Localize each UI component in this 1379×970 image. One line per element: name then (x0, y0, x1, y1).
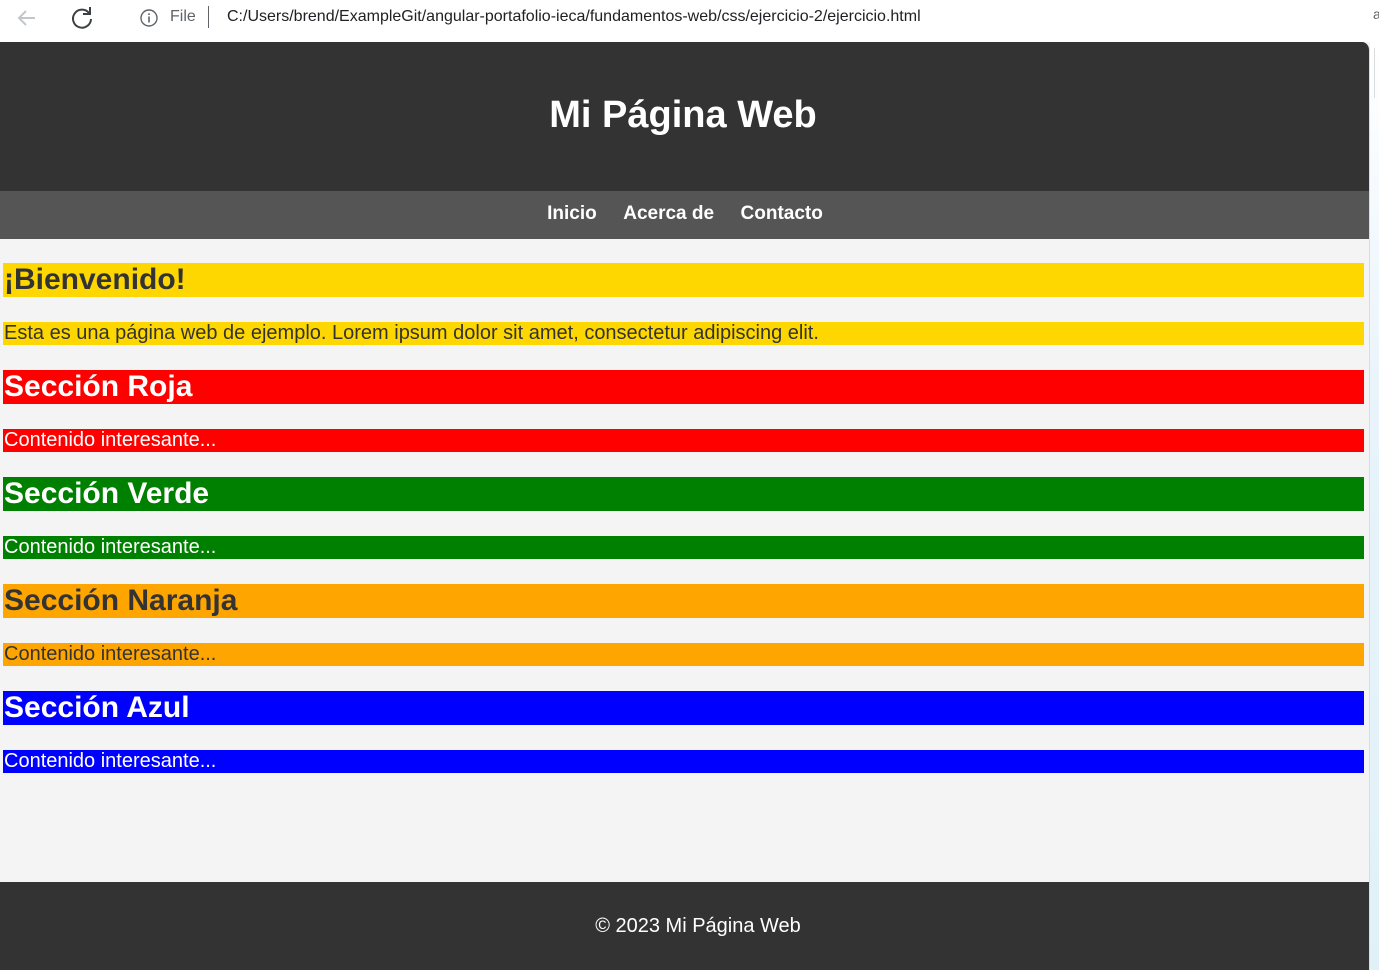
section-text: Contenido interesante... (3, 643, 1364, 666)
reload-icon[interactable] (68, 5, 96, 31)
side-panel-edge (1370, 42, 1379, 970)
section-roja: Sección Roja Contenido interesante... (3, 370, 1364, 452)
section-text: Contenido interesante... (3, 536, 1364, 559)
address-separator (208, 6, 209, 28)
section-text: Contenido interesante... (3, 429, 1364, 452)
toolbar-edge-label: a (1373, 6, 1379, 22)
section-verde: Sección Verde Contenido interesante... (3, 477, 1364, 559)
side-panel-divider (1374, 48, 1375, 98)
main-content: ¡Bienvenido! Esta es una página web de e… (3, 263, 1364, 798)
nav-link-inicio[interactable]: Inicio (547, 191, 597, 237)
section-heading: Sección Naranja (3, 584, 1364, 618)
section-heading: Sección Azul (3, 691, 1364, 725)
back-arrow-icon[interactable] (13, 6, 41, 30)
section-text: Esta es una página web de ejemplo. Lorem… (3, 322, 1364, 345)
section-bienvenido: ¡Bienvenido! Esta es una página web de e… (3, 263, 1364, 345)
info-icon[interactable] (140, 9, 158, 27)
section-naranja: Sección Naranja Contenido interesante... (3, 584, 1364, 666)
section-heading: Sección Verde (3, 477, 1364, 511)
nav-link-contacto[interactable]: Contacto (741, 191, 823, 237)
section-text: Contenido interesante... (3, 750, 1364, 773)
page-title: Mi Página Web (549, 94, 817, 136)
section-heading: Sección Roja (3, 370, 1364, 404)
section-heading: ¡Bienvenido! (3, 263, 1364, 297)
section-azul: Sección Azul Contenido interesante... (3, 691, 1364, 773)
page-viewport: Mi Página Web Inicio Acerca de Contacto … (0, 42, 1370, 970)
file-scheme-label: File (170, 8, 196, 25)
nav-link-acerca-de[interactable]: Acerca de (623, 191, 714, 237)
site-header: Mi Página Web (0, 42, 1369, 191)
main-nav: Inicio Acerca de Contacto (0, 191, 1369, 239)
site-footer: © 2023 Mi Página Web (0, 882, 1369, 970)
browser-toolbar: File C:/Users/brend/ExampleGit/angular-p… (0, 0, 1379, 42)
copyright-text: © 2023 Mi Página Web (595, 915, 801, 937)
url-text[interactable]: C:/Users/brend/ExampleGit/angular-portaf… (227, 8, 921, 26)
